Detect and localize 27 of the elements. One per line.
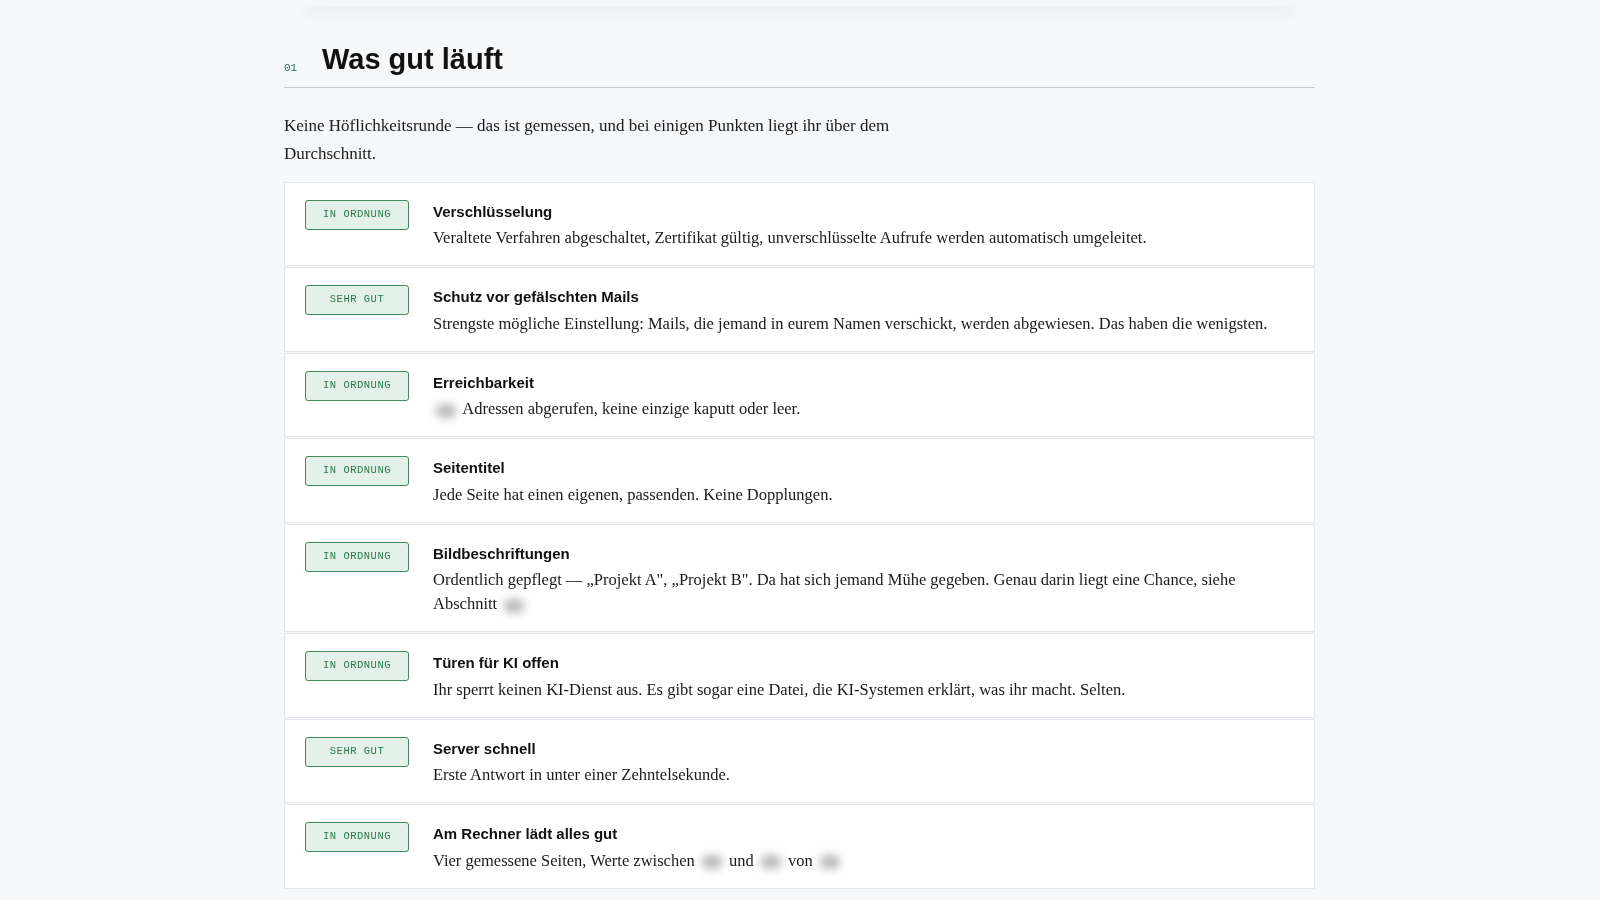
finding-title: Schutz vor gefälschten Mails <box>433 287 640 308</box>
finding-description: Veraltete Verfahren abgeschaltet, Zertifikat gültig, unverschlüsselte Aufrufe werden automatisch umgeleitet. <box>433 227 1147 250</box>
finding-title: Am Rechner lädt alles gut <box>433 824 619 845</box>
status-badge: IN ORDNUNG <box>305 456 409 487</box>
finding-title: Türen für KI offen <box>433 653 560 674</box>
finding-description: Ihr sperrt keinen KI-Dienst aus. Es gibt sogar eine Datei, die KI-Systemen erklärt, was ihr macht. Selten. <box>433 678 1126 701</box>
finding-title: Seitentitel <box>433 458 506 479</box>
status-badge: IN ORDNUNG <box>305 541 409 572</box>
finding-description: Ordentlich gepflegt — „Projekt A", „Projekt B". Da hat sich jemand Mühe gegeben. Genau darin liegt eine Chance, siehe Abschnitt <box>433 569 1237 616</box>
finding-title: Erreichbarkeit <box>433 372 535 393</box>
status-badge: SEHR GUT <box>305 736 409 767</box>
section-title: Was gut läuft <box>322 42 503 77</box>
status-badge: IN ORDNUNG <box>305 651 409 682</box>
status-badge: IN ORDNUNG <box>305 822 409 853</box>
section-number: 01 <box>284 61 299 77</box>
intro-text: Keine Höflichkeitsrunde — das ist gemessen, und bei einigen Punkten liegt ihr über dem Durchschnitt. <box>284 114 891 165</box>
finding-description: Strengste mögliche Einstellung: Mails, die jemand in eurem Namen verschickt, werden abgewiesen. Das haben die wenigsten. <box>433 312 1268 335</box>
status-badge: IN ORDNUNG <box>305 199 409 230</box>
finding-description: Vier gemessene Seiten, Werte zwischen und von <box>433 848 843 873</box>
finding-title: Verschlüsselung <box>433 201 554 222</box>
finding-description: Jede Seite hat einen eigenen, passenden. Keine Dopplungen. <box>433 483 833 506</box>
finding-title: Bildbeschriftungen <box>433 543 571 564</box>
finding-title: Server schnell <box>433 738 537 759</box>
finding-description: Erste Antwort in unter einer Zehntelsekunde. <box>433 764 730 787</box>
finding-description: Adressen abgerufen, keine einzige kaputt oder leer. <box>433 397 801 422</box>
status-badge: IN ORDNUNG <box>305 370 409 401</box>
status-badge: SEHR GUT <box>305 285 409 316</box>
